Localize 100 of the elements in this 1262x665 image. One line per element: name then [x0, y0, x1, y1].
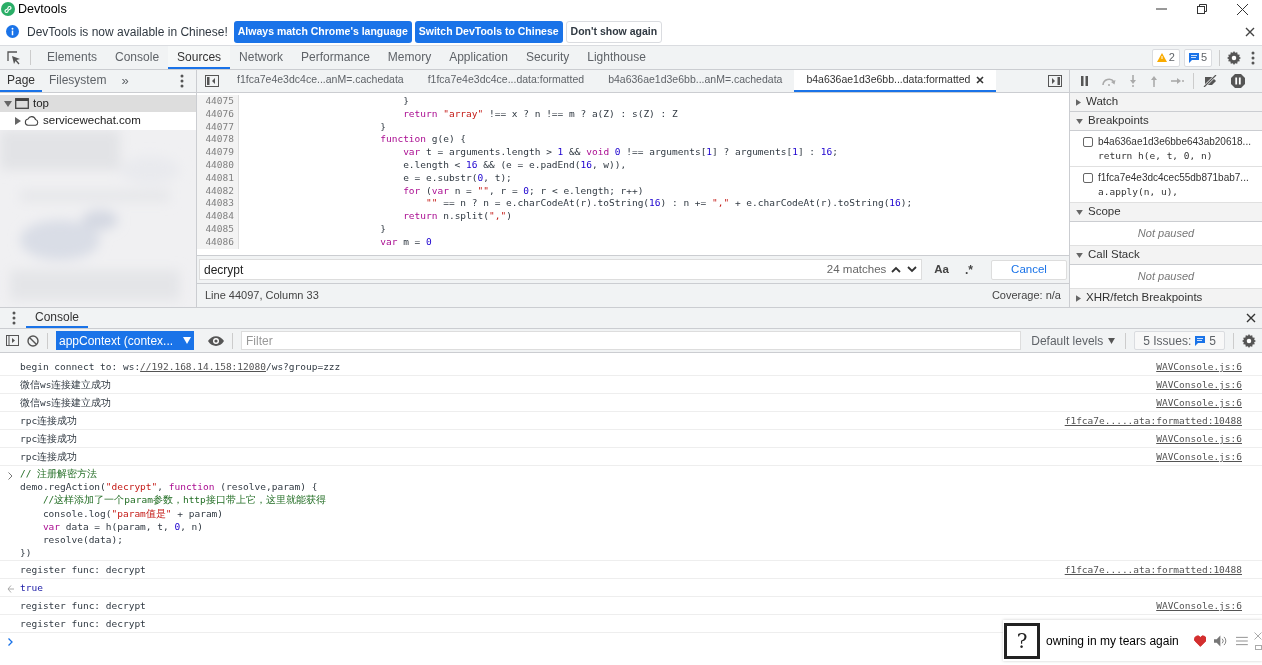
section-header[interactable]: Call Stack	[1070, 246, 1262, 265]
close-icon[interactable]	[1246, 313, 1256, 323]
messages-counter[interactable]: 5	[1183, 48, 1212, 67]
tree-item[interactable]: top	[0, 95, 196, 112]
tree-item[interactable]: servicewechat.com	[0, 112, 196, 129]
warnings-counter[interactable]: 2	[1151, 48, 1180, 67]
line-number: 44084	[197, 210, 239, 223]
heart-icon[interactable]	[1193, 634, 1207, 647]
close-icon[interactable]	[1245, 26, 1255, 37]
pause-on-exceptions-icon[interactable]	[1231, 74, 1245, 88]
cancel-button[interactable]: Cancel	[991, 259, 1067, 280]
console-message: register func: decrypt	[20, 617, 146, 632]
panel-tab[interactable]: Memory	[378, 46, 441, 69]
next-match-icon[interactable]	[907, 266, 918, 273]
section-header[interactable]: Scope	[1070, 203, 1262, 222]
editor-tab[interactable]: f1fca7e4e3dc4ce...anM=.cachedata	[225, 70, 416, 92]
cloud-icon	[24, 115, 39, 126]
panel-tab[interactable]: Sources	[168, 46, 231, 69]
more-icon[interactable]	[180, 74, 184, 88]
app-logo-icon	[1, 2, 15, 16]
source-link[interactable]: f1fca7e.....ata:formatted:10488	[1064, 562, 1242, 578]
console-message: begin connect to: ws://192.168.14.158:12080/ws?group=zzz	[20, 360, 341, 374]
console-message: rpc连接成功	[20, 450, 78, 464]
infobar-button[interactable]: Don't show again	[565, 20, 663, 43]
collapse-arrow-icon	[1076, 98, 1081, 106]
clear-console-icon[interactable]	[27, 334, 39, 347]
source-link[interactable]: WAVConsole.js:6	[1156, 449, 1242, 464]
info-message: DevTools is now available in Chinese!	[27, 23, 228, 41]
toggle-navigator-icon[interactable]	[205, 75, 219, 87]
console-input-line: resolve(data);	[41, 533, 124, 547]
panel-tab[interactable]: Console	[106, 46, 169, 69]
panel-tab[interactable]: Network	[230, 46, 293, 69]
more-icon[interactable]	[1251, 50, 1255, 65]
code-line: var m = 0	[379, 235, 432, 249]
source-link[interactable]: WAVConsole.js:6	[1156, 598, 1242, 614]
filter-field[interactable]: Filter	[241, 331, 1022, 350]
previous-match-icon[interactable]	[891, 266, 902, 273]
source-link[interactable]: WAVConsole.js:6	[1156, 395, 1242, 410]
panel-tab[interactable]: Performance	[292, 46, 379, 69]
expand-arrow-icon	[1076, 252, 1083, 258]
console-input-line: console.log("param值是" + param)	[41, 506, 225, 520]
deactivate-breakpoints-icon[interactable]	[1203, 75, 1218, 87]
regex-button[interactable]: .*	[961, 260, 977, 279]
editor-tab[interactable]: f1fca7e4e3dc4ce...data:formatted	[415, 70, 597, 92]
panel-tab[interactable]: Elements	[38, 46, 107, 69]
close-icon[interactable]	[976, 76, 985, 84]
search-field[interactable]: decrypt 24 matches	[199, 259, 923, 280]
console-message: 微信ws连接建立成功	[20, 396, 112, 410]
editor-tab[interactable]: b4a636ae1d3e6bb...anM=.cachedata	[596, 70, 795, 92]
source-link[interactable]: WAVConsole.js:6	[1156, 377, 1242, 392]
source-link[interactable]: f1fca7e.....ata:formatted:10488	[1064, 413, 1242, 428]
expand-arrow-icon	[1076, 209, 1083, 215]
more-icon[interactable]	[12, 311, 16, 325]
panel-tab[interactable]: Lighthouse	[578, 46, 655, 69]
input-prompt-icon	[7, 472, 13, 480]
code-line: }	[379, 120, 386, 134]
checkbox[interactable]	[1083, 173, 1093, 183]
inspect-icon[interactable]	[7, 50, 21, 65]
code-line: "" == n ? n = e.charCodeAt(r).toString(16) : n += "," + e.charCodeAt(r).toString(16);	[425, 197, 913, 211]
pause-icon[interactable]	[1080, 76, 1089, 86]
expand-arrow-icon[interactable]	[4, 100, 12, 107]
match-case-button[interactable]: Aa	[928, 260, 955, 279]
playlist-icon[interactable]	[1236, 635, 1248, 646]
panel-tab[interactable]: Security	[516, 46, 579, 69]
restore-icon[interactable]	[1197, 4, 1207, 14]
code-line: e.length < 16 && (e = e.padEnd(16, w)),	[402, 159, 627, 172]
context-dropdown[interactable]: appContext (contex...	[56, 331, 194, 350]
levels-dropdown[interactable]: Default levels	[1029, 331, 1118, 350]
infobar-button[interactable]: Always match Chrome's language	[233, 20, 412, 43]
issues-button[interactable]: 5 Issues: 5	[1134, 331, 1225, 350]
toggle-debugger-icon[interactable]	[1048, 75, 1062, 87]
info-icon	[6, 25, 19, 38]
navigator-tab[interactable]: Filesystem	[42, 70, 114, 92]
message-count: 5	[1200, 50, 1207, 66]
settings-icon[interactable]	[1227, 50, 1241, 65]
editor-tab[interactable]: b4a636ae1d3e6bb...data:formatted	[794, 70, 997, 92]
console-input-line: var data = h(param, t, 0, n)	[41, 519, 205, 533]
console-message: register func: decrypt	[20, 599, 146, 614]
code-line: var t = arguments.length > 1 && void 0 !== arguments[1] ? arguments[1] : 16;	[402, 146, 838, 159]
coverage-status: Coverage: n/a	[991, 288, 1061, 304]
frame-icon	[15, 98, 29, 109]
source-link[interactable]: WAVConsole.js:6	[1156, 431, 1242, 446]
infobar-button[interactable]: Switch DevTools to Chinese	[414, 20, 563, 43]
section-header[interactable]: Watch	[1070, 93, 1262, 112]
album-art: ?	[1004, 622, 1040, 659]
section-header[interactable]: Breakpoints	[1070, 112, 1262, 131]
navigator-tab[interactable]: Page	[0, 70, 43, 92]
volume-icon[interactable]	[1214, 634, 1228, 647]
panel-tab[interactable]: Application	[440, 46, 517, 69]
checkbox[interactable]	[1083, 137, 1093, 147]
sidebar-toggle-icon[interactable]	[6, 335, 19, 346]
section-header[interactable]: XHR/fetch Breakpoints	[1070, 289, 1262, 307]
source-link[interactable]: WAVConsole.js:6	[1156, 359, 1242, 374]
collapse-arrow-icon[interactable]	[15, 116, 21, 125]
code-line: function g(e) {	[379, 133, 467, 147]
eye-icon[interactable]	[208, 335, 224, 346]
window-title: Devtools	[18, 0, 67, 18]
settings-icon[interactable]	[1242, 333, 1256, 348]
more-tabs-button[interactable]: »	[113, 70, 137, 92]
close-icon[interactable]	[1237, 3, 1248, 15]
